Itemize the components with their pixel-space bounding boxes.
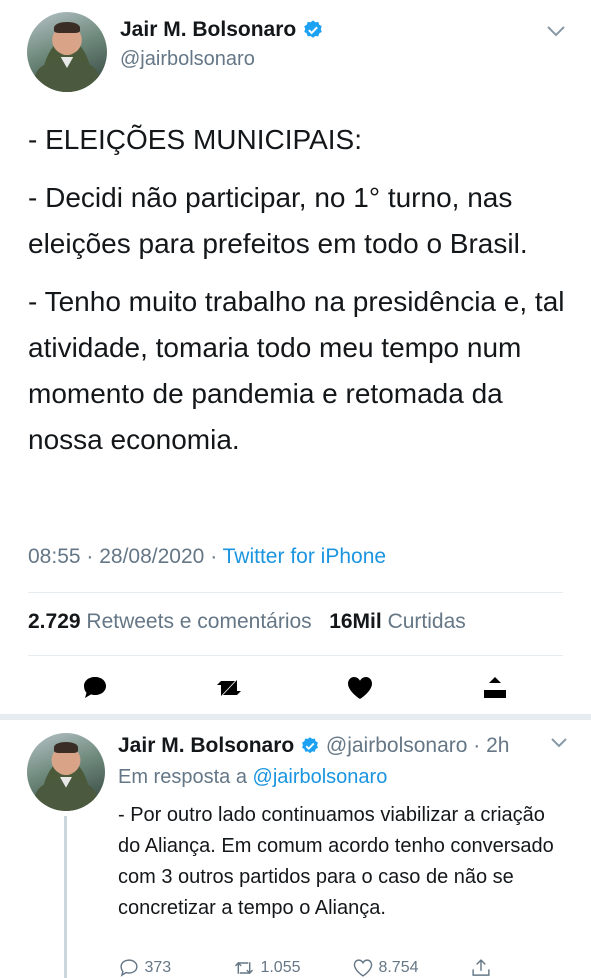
reply-context: Em resposta a @jairbolsonaro (118, 766, 387, 789)
reply-icon[interactable] (80, 674, 110, 702)
likes-count: 8.754 (378, 959, 419, 977)
tweet-timestamp: 08:55 · 28/08/2020 · Twitter for iPhone (28, 545, 386, 569)
reply-author-avatar[interactable] (27, 733, 105, 811)
tweet-paragraph: - ELEIÇÕES MUNICIPAIS: (28, 124, 362, 155)
retweet-icon (234, 961, 254, 975)
share-icon[interactable] (480, 674, 510, 702)
reply-header: Jair M. Bolsonaro @jairbolsonaro · 2h (118, 734, 509, 758)
retweets-stat[interactable]: 2.729 Retweets e comentários (28, 610, 312, 633)
verified-badge-icon (304, 20, 322, 39)
thread-line (64, 816, 67, 978)
reply-prefix: Em resposta a (118, 766, 247, 788)
verified-badge-icon (302, 737, 318, 754)
divider (28, 655, 563, 656)
likes-count: 16Mil (329, 610, 382, 633)
tweet-paragraph: - Tenho muito trabalho na presidência e,… (28, 286, 565, 455)
tweet-body: - ELEIÇÕES MUNICIPAIS: - Decidi não part… (28, 117, 573, 475)
retweets-count: 2.729 (28, 610, 81, 633)
reply-replies-action[interactable]: 373 (118, 958, 171, 978)
retweets-count: 1.055 (260, 959, 301, 977)
reply-retweets-action[interactable]: 1.055 (232, 958, 301, 978)
heart-icon[interactable] (345, 674, 375, 702)
reply-icon (120, 959, 138, 977)
retweets-label: Retweets e comentários (86, 610, 312, 633)
tweet-date[interactable]: 28/08/2020 (99, 545, 204, 568)
author-name[interactable]: Jair M. Bolsonaro (120, 18, 324, 42)
chevron-down-icon[interactable] (545, 24, 567, 38)
reply-author-name[interactable]: Jair M. Bolsonaro (118, 734, 294, 757)
author-handle[interactable]: @jairbolsonaro (120, 48, 255, 71)
divider (28, 592, 563, 593)
heart-icon (353, 959, 373, 977)
likes-stat[interactable]: 16Mil Curtidas (329, 610, 466, 633)
reply-to-handle-link[interactable]: @jairbolsonaro (253, 766, 388, 788)
reply-author-handle[interactable]: @jairbolsonaro (326, 734, 468, 757)
retweet-icon[interactable] (213, 674, 245, 702)
reply-share-action[interactable] (470, 958, 492, 978)
tweet-source-link[interactable]: Twitter for iPhone (223, 545, 386, 568)
section-separator (0, 714, 591, 720)
meta-dot: · (86, 545, 100, 568)
chevron-down-icon[interactable] (550, 737, 568, 749)
tweet-time[interactable]: 08:55 (28, 545, 81, 568)
tweet-paragraph: - Decidi não participar, no 1° turno, na… (28, 182, 528, 259)
meta-dot: · (210, 545, 223, 568)
tweet-stats: 2.729 Retweets e comentários 16Mil Curti… (28, 610, 466, 634)
reply-likes-action[interactable]: 8.754 (352, 958, 419, 978)
share-icon (472, 959, 490, 976)
meta-dot: · (467, 734, 487, 757)
author-name-text[interactable]: Jair M. Bolsonaro (120, 18, 296, 41)
replies-count: 373 (144, 959, 172, 977)
reply-body: - Por outro lado continuamos viabilizar … (118, 804, 554, 919)
author-avatar[interactable] (27, 12, 107, 92)
reply-time[interactable]: 2h (486, 734, 509, 757)
likes-label: Curtidas (387, 610, 466, 633)
